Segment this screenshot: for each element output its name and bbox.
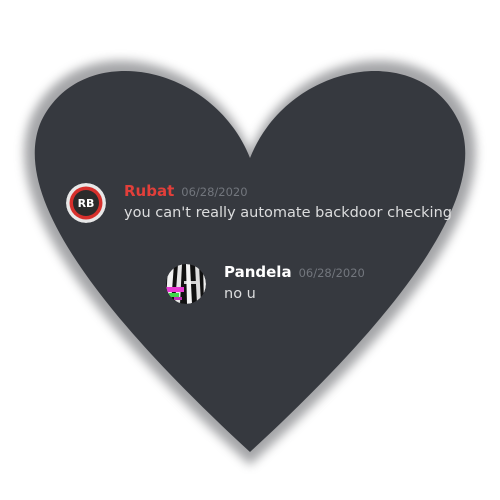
glitch-art-avatar-icon[interactable]: [166, 264, 206, 304]
message-content: Pandela 06/28/2020 no u: [224, 262, 365, 305]
message-text: no u: [224, 286, 256, 302]
message-header: Rubat 06/28/2020: [124, 181, 452, 201]
chat-message-rubat: RB Rubat 06/28/2020 you can't really aut…: [66, 181, 452, 224]
chat-message-pandela: Pandela 06/28/2020 no u: [166, 262, 365, 305]
timestamp: 06/28/2020: [181, 185, 248, 199]
username[interactable]: Rubat: [124, 181, 174, 201]
avatar-logo-text: RB: [78, 197, 95, 210]
message-header: Pandela 06/28/2020: [224, 262, 365, 282]
pixel-heart-background: [24, 60, 476, 466]
heart-chat-canvas: RB Rubat 06/28/2020 you can't really aut…: [0, 0, 500, 500]
message-text: you can't really automate backdoor check…: [124, 205, 452, 221]
timestamp: 06/28/2020: [298, 266, 365, 280]
rb-logo-avatar-icon[interactable]: RB: [66, 183, 106, 223]
username[interactable]: Pandela: [224, 262, 292, 282]
message-content: Rubat 06/28/2020 you can't really automa…: [124, 181, 452, 224]
